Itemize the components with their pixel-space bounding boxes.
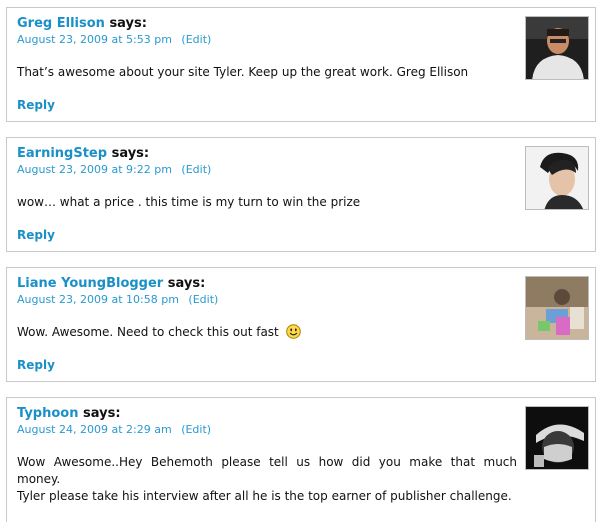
edit-link[interactable]: (Edit) <box>188 293 218 306</box>
edit-link[interactable]: (Edit) <box>181 33 211 46</box>
comment-author-link[interactable]: Greg Ellison <box>17 16 105 31</box>
comment-item: EarningStep says: August 23, 2009 at 9:2… <box>6 137 596 252</box>
comment-item: Typhoon says: August 24, 2009 at 2:29 am… <box>6 397 596 522</box>
comment-text-content: Wow. Awesome. Need to check this out fas… <box>17 325 279 339</box>
comment-item: Liane YoungBlogger says: August 23, 2009… <box>6 267 596 382</box>
comment-meta: August 23, 2009 at 10:58 pm (Edit) <box>17 293 218 306</box>
avatar <box>525 276 589 340</box>
reply-link[interactable]: Reply <box>17 228 55 242</box>
comment-text: Wow. Awesome. Need to check this out fas… <box>17 324 513 341</box>
avatar <box>525 146 589 210</box>
comment-author-line: Liane YoungBlogger says: <box>17 276 205 291</box>
comment-date[interactable]: August 24, 2009 at 2:29 am <box>17 423 172 436</box>
comment-meta: August 24, 2009 at 2:29 am (Edit) <box>17 423 211 436</box>
says-label: says: <box>83 406 121 421</box>
comment-author-line: Typhoon says: <box>17 406 121 421</box>
says-label: says: <box>109 16 147 31</box>
comment-date[interactable]: August 23, 2009 at 9:22 pm <box>17 163 172 176</box>
avatar-image <box>526 17 588 79</box>
avatar-image <box>526 277 588 339</box>
comment-text: Tyler please take his interview after al… <box>17 489 512 503</box>
comment-date[interactable]: August 23, 2009 at 5:53 pm <box>17 33 172 46</box>
comment-body: Wow. Awesome. Need to check this out fas… <box>17 324 513 341</box>
comment-body: That’s awesome about your site Tyler. Ke… <box>17 64 513 81</box>
says-label: says: <box>167 276 206 291</box>
comment-author-link[interactable]: EarningStep <box>17 146 107 161</box>
comment-author-line: Greg Ellison says: <box>17 16 147 31</box>
says-label: says: <box>111 146 150 161</box>
comment-body: Wow Awesome..Hey Behemoth please tell us… <box>17 454 517 505</box>
comment-item: Greg Ellison says: August 23, 2009 at 5:… <box>6 7 596 122</box>
comment-author-line: EarningStep says: <box>17 146 149 161</box>
comment-meta: August 23, 2009 at 9:22 pm (Edit) <box>17 163 211 176</box>
edit-link[interactable]: (Edit) <box>181 163 211 176</box>
comment-date[interactable]: August 23, 2009 at 10:58 pm <box>17 293 179 306</box>
edit-link[interactable]: (Edit) <box>181 423 211 436</box>
reply-link[interactable]: Reply <box>17 358 55 372</box>
reply-link[interactable]: Reply <box>17 98 55 112</box>
avatar-image <box>526 407 588 469</box>
comment-author-link[interactable]: Liane YoungBlogger <box>17 276 163 291</box>
comment-meta: August 23, 2009 at 5:53 pm (Edit) <box>17 33 211 46</box>
smiley-icon <box>285 324 301 339</box>
avatar <box>525 406 589 470</box>
comment-author-link[interactable]: Typhoon <box>17 406 78 421</box>
avatar <box>525 16 589 80</box>
avatar-image <box>526 147 588 209</box>
comment-text: That’s awesome about your site Tyler. Ke… <box>17 65 469 79</box>
comment-text: money. <box>17 472 61 486</box>
comment-text: Wow Awesome..Hey Behemoth please tell us… <box>17 455 517 469</box>
comment-body: wow… what a price . this time is my turn… <box>17 194 513 211</box>
comment-text: wow… what a price . this time is my turn… <box>17 195 361 209</box>
